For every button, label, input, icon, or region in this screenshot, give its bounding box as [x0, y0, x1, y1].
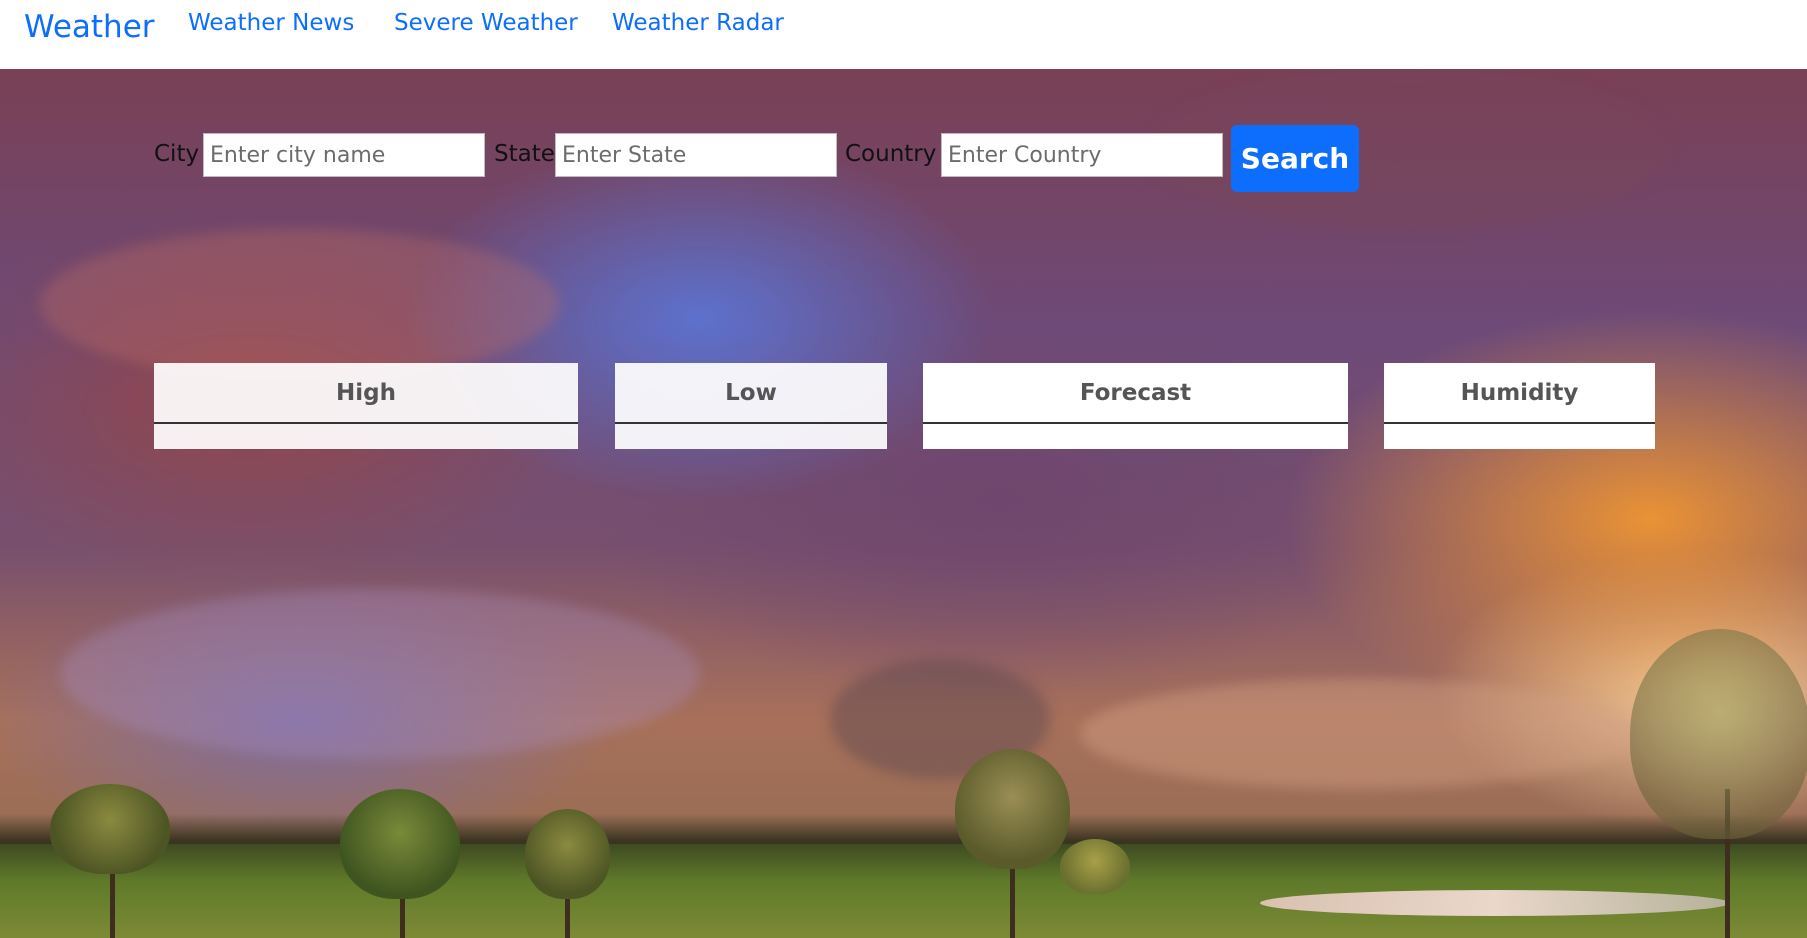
humidity-card-value: [1384, 424, 1655, 449]
low-card-title: Low: [615, 363, 887, 424]
humidity-card: Humidity: [1384, 363, 1655, 449]
low-card-value: [615, 424, 887, 449]
nav-link-weather-news[interactable]: Weather News: [188, 10, 354, 36]
top-navbar: Weather Weather News Severe Weather Weat…: [0, 0, 1807, 69]
tree: [1630, 629, 1807, 839]
brand-link[interactable]: Weather: [24, 9, 155, 45]
nav-link-severe-weather[interactable]: Severe Weather: [394, 10, 578, 36]
humidity-card-title: Humidity: [1384, 363, 1655, 424]
city-label: City: [154, 141, 200, 167]
cloud-shape: [40, 229, 560, 379]
tree: [525, 809, 610, 899]
cloud-shape: [1150, 69, 1670, 229]
tree: [955, 749, 1070, 869]
pond: [1260, 890, 1730, 916]
forecast-card: Forecast: [923, 363, 1348, 449]
forecast-card-value: [923, 424, 1348, 449]
nav-link-weather-radar[interactable]: Weather Radar: [612, 10, 784, 36]
tree: [340, 789, 460, 899]
low-card: Low: [615, 363, 887, 449]
tree: [50, 784, 170, 874]
hero-background: City State Country Search High Low Forec…: [0, 69, 1807, 938]
forecast-card-title: Forecast: [923, 363, 1348, 424]
country-input[interactable]: [941, 133, 1223, 177]
country-label: Country: [845, 141, 937, 167]
city-input[interactable]: [203, 133, 485, 177]
cloud-shape: [1080, 679, 1640, 789]
search-button[interactable]: Search: [1231, 125, 1359, 192]
high-card-title: High: [154, 363, 578, 424]
high-card-value: [154, 424, 578, 449]
high-card: High: [154, 363, 578, 449]
state-label: State: [494, 141, 555, 167]
tree: [1060, 839, 1130, 894]
state-input[interactable]: [555, 133, 837, 177]
cloud-shape: [60, 589, 700, 759]
